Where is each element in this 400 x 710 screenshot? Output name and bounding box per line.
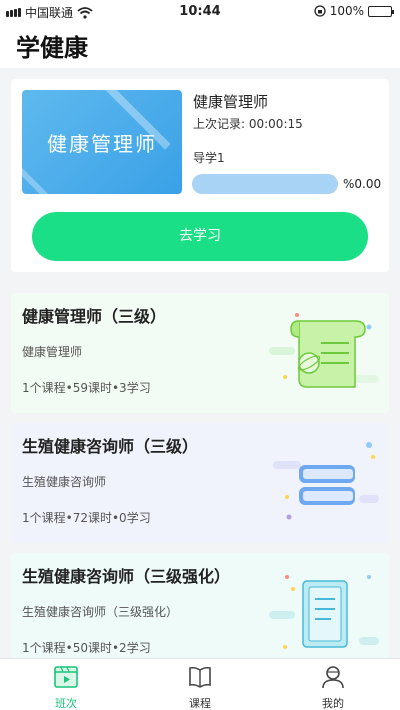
- status-right: 100%: [314, 4, 394, 18]
- last-record: 上次记录: 00:00:15: [193, 117, 303, 131]
- tab-classes[interactable]: 班次: [36, 665, 96, 710]
- category-subtitle: 健康管理师: [22, 345, 83, 359]
- scroll-illustration-icon: [269, 313, 379, 388]
- tab-label: 课程: [189, 697, 211, 710]
- user-icon: [322, 666, 344, 689]
- progress-bar: [192, 174, 338, 194]
- category-subtitle: 生殖健康咨询师: [22, 475, 107, 489]
- video-icon: [54, 666, 78, 688]
- orientation-lock-icon: [314, 5, 326, 17]
- course-name: 健康管理师: [193, 93, 269, 111]
- battery-percent: 100%: [329, 4, 364, 18]
- tab-mine[interactable]: 我的: [303, 665, 363, 710]
- category-stats: 1个课程•59课时•3学习: [22, 381, 151, 395]
- category-card[interactable]: 生殖健康咨询师（三级） 生殖健康咨询师 1个课程•72课时•0学习: [11, 423, 389, 543]
- battery-icon: [368, 5, 394, 17]
- book-icon: [189, 666, 211, 688]
- category-title: 生殖健康咨询师（三级强化）: [22, 567, 231, 586]
- lesson-name: 导学1: [193, 151, 225, 165]
- current-study-card[interactable]: 健康管理师 健康管理师 上次记录: 00:00:15 导学1 %0.00 去学习: [11, 79, 389, 272]
- document-illustration-icon: [269, 575, 379, 649]
- category-title: 健康管理师（三级）: [22, 307, 167, 326]
- category-stats: 1个课程•72课时•0学习: [22, 511, 151, 525]
- bottom-tab-bar: 班次 课程 我的: [0, 658, 400, 710]
- category-title: 生殖健康咨询师（三级）: [22, 437, 199, 456]
- cover-title: 健康管理师: [47, 132, 157, 156]
- tab-courses[interactable]: 课程: [170, 665, 230, 710]
- category-subtitle: 生殖健康咨询师（三级强化）: [22, 605, 179, 619]
- tab-label: 班次: [55, 697, 77, 710]
- books-illustration-icon: [273, 442, 379, 520]
- category-card[interactable]: 生殖健康咨询师（三级强化） 生殖健康咨询师（三级强化） 1个课程•50课时•2学…: [11, 553, 389, 663]
- category-card[interactable]: 健康管理师（三级） 健康管理师 1个课程•59课时•3学习: [11, 293, 389, 413]
- progress-percent: %0.00: [343, 177, 382, 191]
- course-cover-image[interactable]: 健康管理师: [22, 90, 182, 194]
- app-header: 学健康: [0, 24, 400, 68]
- go-study-button[interactable]: 去学习: [32, 212, 368, 261]
- tab-label: 我的: [322, 697, 344, 710]
- page-title: 学健康: [16, 34, 88, 62]
- category-stats: 1个课程•50课时•2学习: [22, 641, 151, 655]
- status-bar: 中国联通 10:44 100%: [0, 0, 400, 24]
